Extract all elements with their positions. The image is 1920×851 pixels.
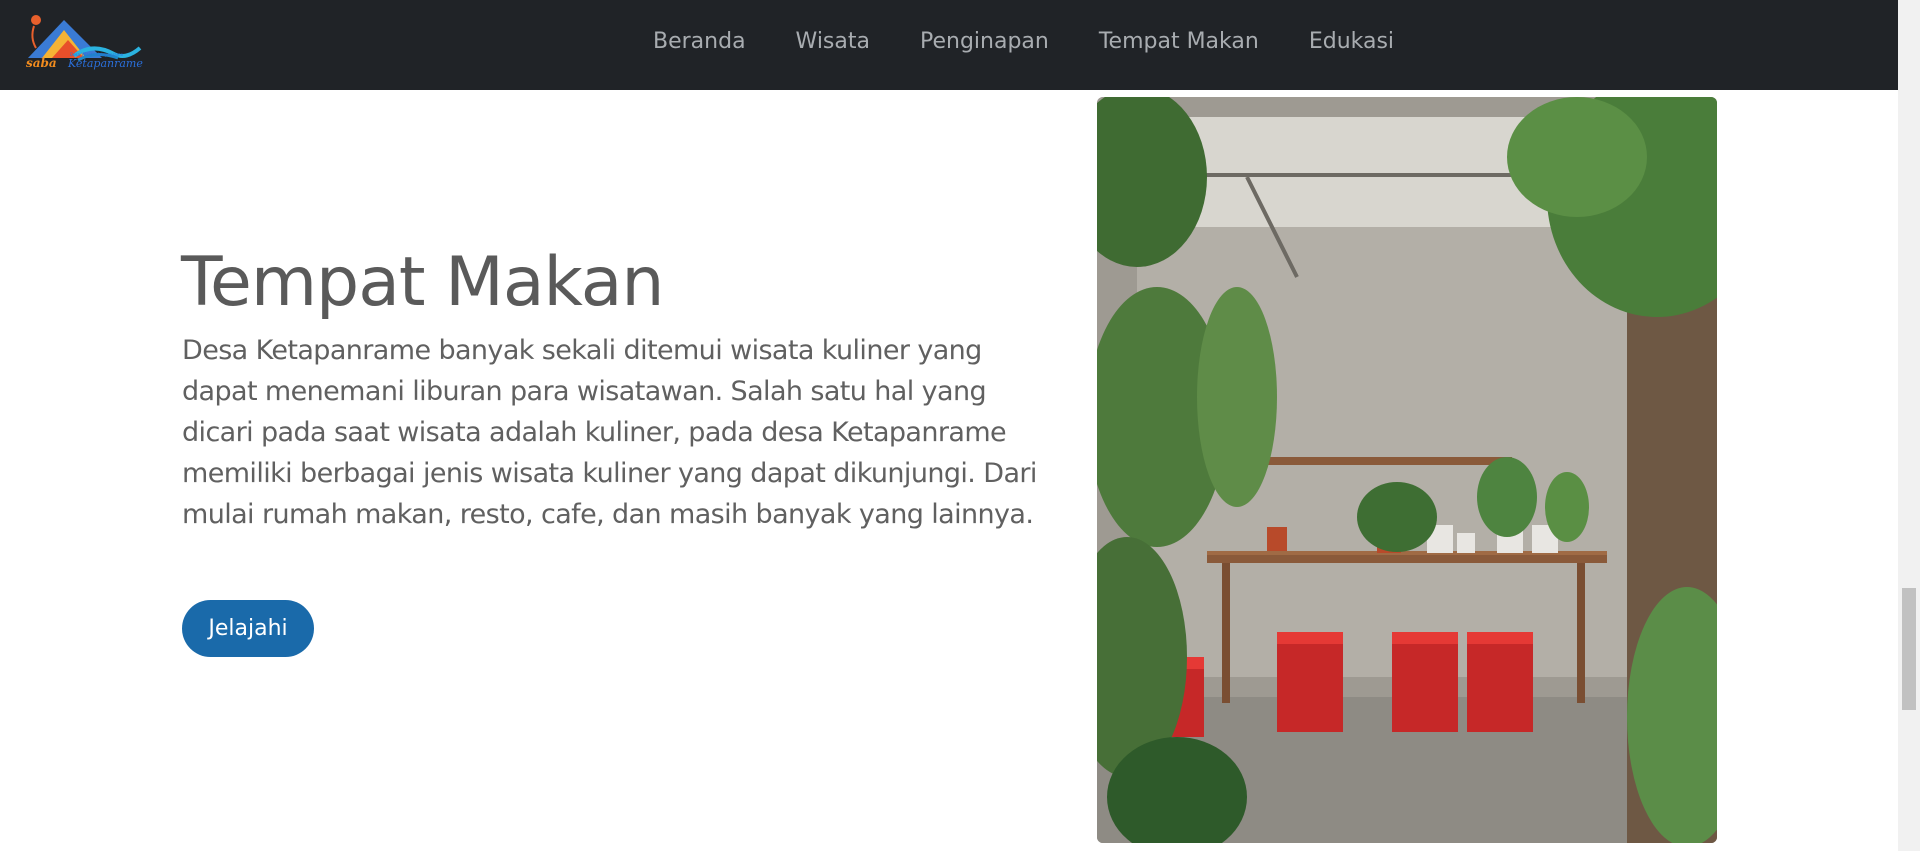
nav-link-wisata[interactable]: Wisata xyxy=(771,26,895,58)
site-logo[interactable]: saba Desa Wisata Ketapanrame Ketapanrame xyxy=(22,12,150,72)
explore-button[interactable]: Jelajahi xyxy=(182,600,314,657)
logo-name-secondary: Ketapanrame xyxy=(68,57,143,70)
scrollbar-thumb[interactable] xyxy=(1902,588,1916,710)
main-nav: Beranda Wisata Penginapan Tempat Makan E… xyxy=(653,26,1419,58)
section-title: Tempat Makan xyxy=(181,243,664,322)
cafe-photo xyxy=(1097,97,1717,843)
nav-link-beranda[interactable]: Beranda xyxy=(653,26,771,58)
nav-link-tempat-makan[interactable]: Tempat Makan xyxy=(1074,26,1284,58)
nav-link-penginapan[interactable]: Penginapan xyxy=(895,26,1074,58)
page-scrollbar[interactable] xyxy=(1898,0,1920,851)
navbar: saba Desa Wisata Ketapanrame Ketapanrame… xyxy=(0,0,1898,90)
section-description: Desa Ketapanrame banyak sekali ditemui w… xyxy=(182,335,1037,530)
logo-name-primary: saba xyxy=(26,56,57,70)
nav-link-edukasi[interactable]: Edukasi xyxy=(1284,26,1419,58)
